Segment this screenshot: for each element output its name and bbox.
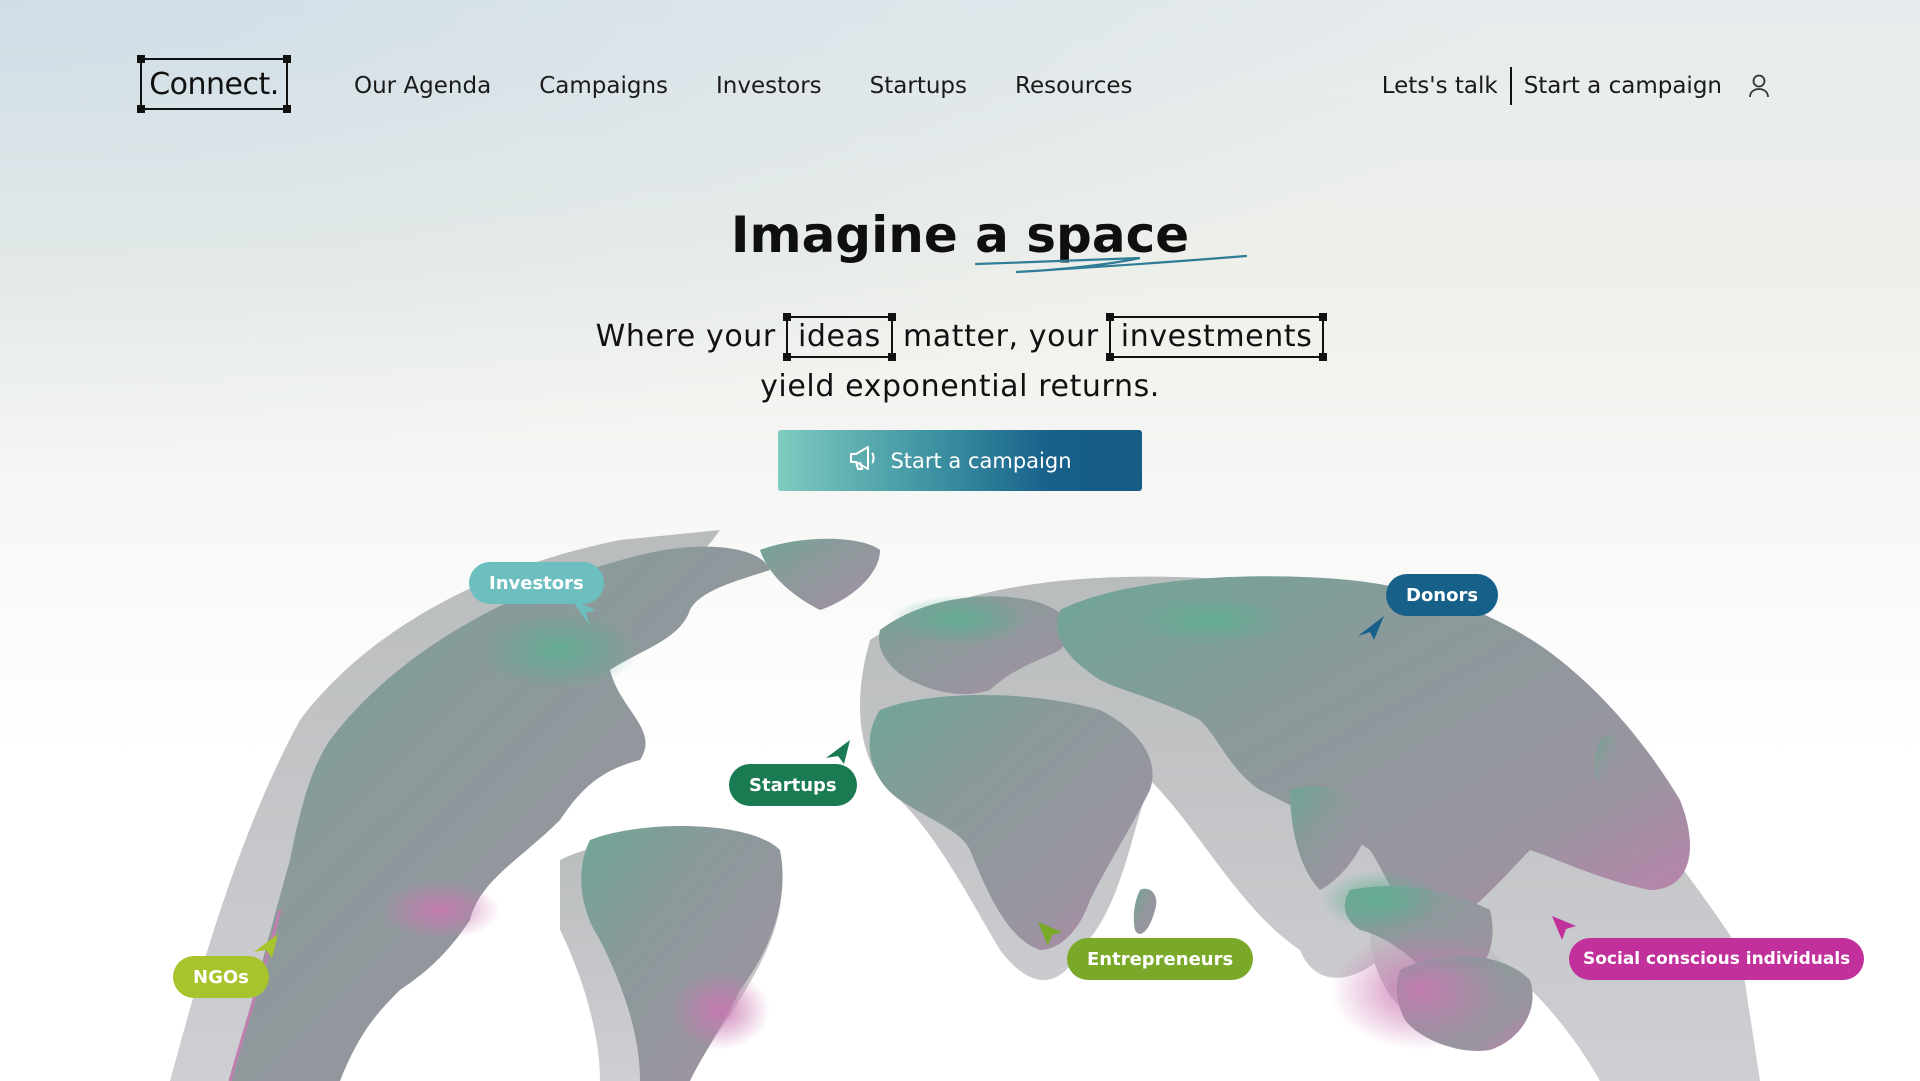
- boxed-word-ideas: ideas: [782, 313, 896, 361]
- tag-ngos[interactable]: NGOs: [173, 956, 269, 998]
- tag-startups[interactable]: Startups: [729, 764, 857, 806]
- tag-investors[interactable]: Investors: [469, 562, 604, 604]
- logo-corner: [137, 55, 145, 63]
- donors-pointer-icon: [1358, 616, 1384, 640]
- megaphone-icon: [848, 444, 878, 477]
- tag-label: Investors: [489, 572, 584, 594]
- box-corner: [782, 353, 791, 361]
- cta-label: Start a campaign: [890, 448, 1072, 473]
- entrepreneurs-pointer-icon: [1038, 922, 1062, 946]
- tag-label: Social conscious individuals: [1583, 949, 1851, 969]
- logo-text: Connect.: [149, 66, 279, 102]
- boxed-word-text: investments: [1120, 319, 1313, 354]
- nav-our-agenda[interactable]: Our Agenda: [354, 73, 491, 99]
- boxed-word-investments: investments: [1105, 313, 1328, 361]
- nav-resources[interactable]: Resources: [1015, 73, 1132, 99]
- hero-title: Imagine a space: [730, 206, 1190, 264]
- main-nav: Our Agenda Campaigns Investors Startups …: [354, 70, 1132, 102]
- lets-talk-link[interactable]: Lets's talk: [1382, 73, 1498, 99]
- box-corner: [1105, 353, 1114, 361]
- tag-label: Startups: [749, 774, 837, 796]
- world-globe: Investors Donors Startups Entrepreneurs …: [0, 530, 1920, 1081]
- globe-map: [170, 530, 1760, 1081]
- box-corner: [887, 313, 896, 321]
- site-header: Connect. Our Agenda Campaigns Investors …: [0, 0, 1920, 170]
- box-corner: [887, 353, 896, 361]
- subtitle-text: yield exponential returns.: [760, 369, 1160, 404]
- nav-startups[interactable]: Startups: [870, 73, 967, 99]
- nav-campaigns[interactable]: Campaigns: [539, 73, 668, 99]
- tag-donors[interactable]: Donors: [1386, 574, 1499, 616]
- boxed-word-text: ideas: [797, 319, 881, 354]
- start-campaign-link[interactable]: Start a campaign: [1524, 73, 1722, 99]
- header-actions: Lets's talk Start a campaign: [1382, 66, 1770, 106]
- tag-label: Donors: [1406, 584, 1479, 606]
- tag-label: Entrepreneurs: [1087, 948, 1234, 970]
- logo-corner: [283, 105, 291, 113]
- nav-investors[interactable]: Investors: [716, 73, 822, 99]
- box-corner: [782, 313, 791, 321]
- box-corner: [1319, 313, 1328, 321]
- box-corner: [1319, 353, 1328, 361]
- subtitle-text: Where your: [595, 319, 776, 354]
- tag-entrepreneurs[interactable]: Entrepreneurs: [1067, 938, 1254, 980]
- hero-subtitle: Where your ideas matter, your investment…: [0, 312, 1920, 412]
- header-divider: [1509, 67, 1512, 105]
- logo[interactable]: Connect.: [137, 55, 291, 113]
- tag-social-conscious-individuals[interactable]: Social conscious individuals: [1569, 938, 1865, 980]
- title-underline-scribble: [974, 254, 1248, 274]
- logo-corner: [283, 55, 291, 63]
- social-pointer-icon: [1552, 916, 1576, 940]
- start-campaign-button[interactable]: Start a campaign: [778, 430, 1142, 491]
- user-icon[interactable]: [1748, 73, 1770, 99]
- tag-label: NGOs: [193, 966, 249, 988]
- box-corner: [1105, 313, 1114, 321]
- logo-corner: [137, 105, 145, 113]
- subtitle-text: matter, your: [902, 319, 1099, 354]
